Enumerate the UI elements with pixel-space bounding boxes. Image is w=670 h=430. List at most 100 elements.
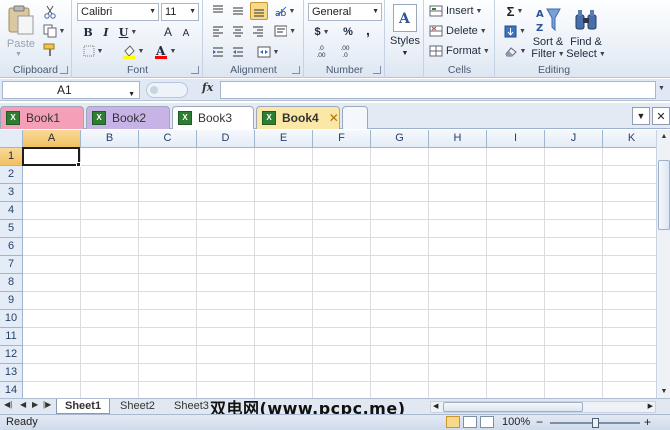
row-header[interactable]: 14 — [0, 382, 23, 398]
align-left-icon[interactable] — [210, 23, 226, 39]
column-header[interactable]: H — [429, 130, 487, 148]
normal-view-icon[interactable] — [446, 416, 460, 428]
column-header[interactable]: A — [23, 130, 81, 148]
comma-button[interactable]: , — [361, 22, 375, 38]
next-sheet-icon[interactable]: ▶ — [32, 400, 38, 409]
sort-filter-label-1[interactable]: Sort & — [529, 36, 567, 48]
horizontal-scroll-thumb[interactable] — [443, 402, 583, 412]
italic-button[interactable]: I — [99, 25, 113, 39]
row-header[interactable]: 7 — [0, 256, 23, 274]
paste-icon[interactable] — [6, 4, 36, 36]
scroll-down-icon[interactable]: ▼ — [658, 385, 670, 398]
grow-font-button[interactable]: A — [161, 25, 175, 39]
insert-function-button[interactable]: fx — [202, 81, 213, 94]
column-header[interactable]: K — [603, 130, 656, 148]
wrap-text-icon[interactable]: ▼ — [274, 23, 296, 39]
close-tab-icon[interactable]: ✕ — [329, 111, 339, 125]
align-center-icon[interactable] — [230, 23, 246, 39]
first-sheet-icon[interactable]: ◀| — [4, 400, 12, 409]
currency-button[interactable]: $ ▼ — [311, 24, 333, 40]
shrink-font-button[interactable]: A — [179, 26, 193, 40]
row-header[interactable]: 10 — [0, 310, 23, 328]
styles-button[interactable]: Styles — [386, 35, 424, 47]
decrease-decimal-button[interactable]: .00 .0 — [335, 44, 355, 60]
column-header[interactable]: G — [371, 130, 429, 148]
scroll-right-icon[interactable]: ▶ — [648, 402, 653, 412]
merge-center-icon[interactable]: ▼ — [256, 44, 280, 60]
row-header[interactable]: 8 — [0, 274, 23, 292]
chevron-down-icon[interactable]: ▼ — [128, 87, 135, 103]
bold-button[interactable]: B — [81, 25, 95, 39]
font-color-icon[interactable]: A ▼ — [151, 43, 179, 59]
row-header[interactable]: 4 — [0, 202, 23, 220]
styles-icon[interactable]: A — [393, 4, 417, 32]
vertical-scrollbar[interactable]: ▲ ▼ — [656, 130, 670, 398]
orientation-icon[interactable]: ab▼ — [274, 3, 296, 19]
fill-color-icon[interactable]: ▼ — [119, 43, 147, 59]
insert-button[interactable]: Insert ▼ — [429, 3, 491, 19]
column-header[interactable]: D — [197, 130, 255, 148]
decrease-indent-icon[interactable] — [210, 44, 226, 60]
borders-icon[interactable]: ▼ — [81, 44, 105, 58]
row-header[interactable]: 2 — [0, 166, 23, 184]
scroll-left-icon[interactable]: ◀ — [433, 402, 438, 412]
number-launcher-icon[interactable] — [373, 66, 381, 74]
horizontal-scrollbar[interactable]: ◀ ▶ — [430, 401, 656, 413]
name-box[interactable]: A1 ▼ — [2, 81, 140, 99]
row-header[interactable]: 5 — [0, 220, 23, 238]
workbook-tab-book1[interactable]: X Book1 — [0, 106, 84, 129]
fill-button[interactable]: ▼ — [502, 23, 528, 39]
spreadsheet-grid[interactable]: A B C D E F G H I J K 1 2 3 4 5 6 7 8 9 10 11 12 13 14 — [0, 130, 656, 398]
increase-decimal-button[interactable]: .0 .00 — [311, 44, 331, 60]
font-launcher-icon[interactable] — [191, 66, 199, 74]
tab-list-dropdown-icon[interactable]: ▼ — [632, 107, 650, 125]
autosum-button[interactable]: Σ ▼ — [502, 3, 528, 19]
percent-button[interactable]: % — [341, 24, 355, 40]
align-top-icon[interactable] — [210, 3, 226, 19]
copy-icon[interactable]: ▼ — [42, 23, 66, 39]
sheet-tab-sheet1[interactable]: Sheet1 — [56, 399, 111, 414]
row-header[interactable]: 6 — [0, 238, 23, 256]
zoom-in-icon[interactable]: + — [644, 415, 651, 429]
clipboard-launcher-icon[interactable] — [60, 66, 68, 74]
row-header[interactable]: 11 — [0, 328, 23, 346]
underline-button[interactable]: U ▼ — [117, 25, 139, 39]
zoom-out-icon[interactable]: − — [536, 415, 543, 429]
delete-button[interactable]: Delete ▼ — [429, 23, 491, 39]
paste-dropdown-icon[interactable]: ▼ — [15, 51, 22, 58]
clear-button[interactable]: ▼ — [502, 43, 528, 59]
increase-indent-icon[interactable] — [230, 44, 246, 60]
column-header[interactable]: E — [255, 130, 313, 148]
column-header[interactable]: F — [313, 130, 371, 148]
expand-formula-bar-icon[interactable]: ▼ — [658, 85, 665, 92]
align-bottom-icon[interactable] — [250, 2, 268, 20]
zoom-slider-knob[interactable] — [592, 418, 599, 428]
find-select-label-1[interactable]: Find & — [567, 36, 605, 48]
zoom-level[interactable]: 100% — [502, 416, 530, 428]
close-workbook-icon[interactable]: ✕ — [652, 107, 670, 125]
page-break-view-icon[interactable] — [480, 416, 494, 428]
row-header[interactable]: 1 — [0, 148, 23, 166]
scroll-up-icon[interactable]: ▲ — [658, 130, 670, 143]
row-header[interactable]: 13 — [0, 364, 23, 382]
column-header[interactable]: C — [139, 130, 197, 148]
workbook-tab-book4[interactable]: X Book4 ✕ — [256, 106, 340, 129]
find-select-button[interactable]: Select ▼ — [566, 48, 606, 60]
row-header[interactable]: 9 — [0, 292, 23, 310]
select-all-corner[interactable] — [0, 130, 23, 148]
font-name-combo[interactable]: Calibri ▼ — [77, 3, 159, 21]
chevron-down-icon[interactable]: ▼ — [386, 48, 424, 58]
prev-sheet-icon[interactable]: ◀ — [20, 400, 26, 409]
alignment-launcher-icon[interactable] — [292, 66, 300, 74]
page-layout-view-icon[interactable] — [463, 416, 477, 428]
number-format-combo[interactable]: General ▼ — [308, 3, 382, 21]
row-header[interactable]: 12 — [0, 346, 23, 364]
workbook-tab-book3[interactable]: X Book3 — [172, 106, 254, 129]
fill-handle[interactable] — [76, 162, 81, 167]
cut-icon[interactable] — [42, 4, 58, 20]
formula-input[interactable] — [220, 81, 656, 99]
sheet-tab-sheet2[interactable]: Sheet2 — [112, 399, 163, 414]
sort-filter-button[interactable]: Filter ▼ — [529, 48, 567, 60]
active-cell[interactable] — [22, 147, 80, 166]
row-header[interactable]: 3 — [0, 184, 23, 202]
